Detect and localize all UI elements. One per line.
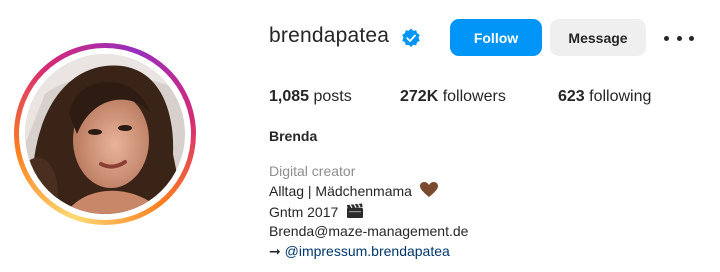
bio-line-1: Alltag | Mädchenmama [269,182,438,199]
followers-count[interactable]: 272K followers [400,88,506,106]
full-name: Brenda [269,128,318,144]
profile-avatar-ring[interactable] [14,43,196,225]
bio-line-2: Gntm 2017 [269,203,364,220]
verified-badge-icon [402,28,420,47]
more-options-icon[interactable] [664,28,694,48]
posts-count: 1,085 posts [269,88,352,105]
profile-category: Digital creator [269,163,356,179]
impressum-link[interactable]: @impressum.brendapatea [285,243,450,259]
avatar [25,54,185,214]
follow-button[interactable]: Follow [450,19,542,56]
brown-heart-icon [419,182,438,197]
arrow-icon: ➞ [269,243,281,259]
clapperboard-icon [347,203,364,218]
following-count[interactable]: 623 following [558,88,651,106]
bio-line-4: ➞ @impressum.brendapatea [269,243,450,260]
bio-email[interactable]: Brenda@maze-management.de [269,223,468,239]
message-button[interactable]: Message [550,19,646,56]
username: brendapatea [269,24,390,47]
